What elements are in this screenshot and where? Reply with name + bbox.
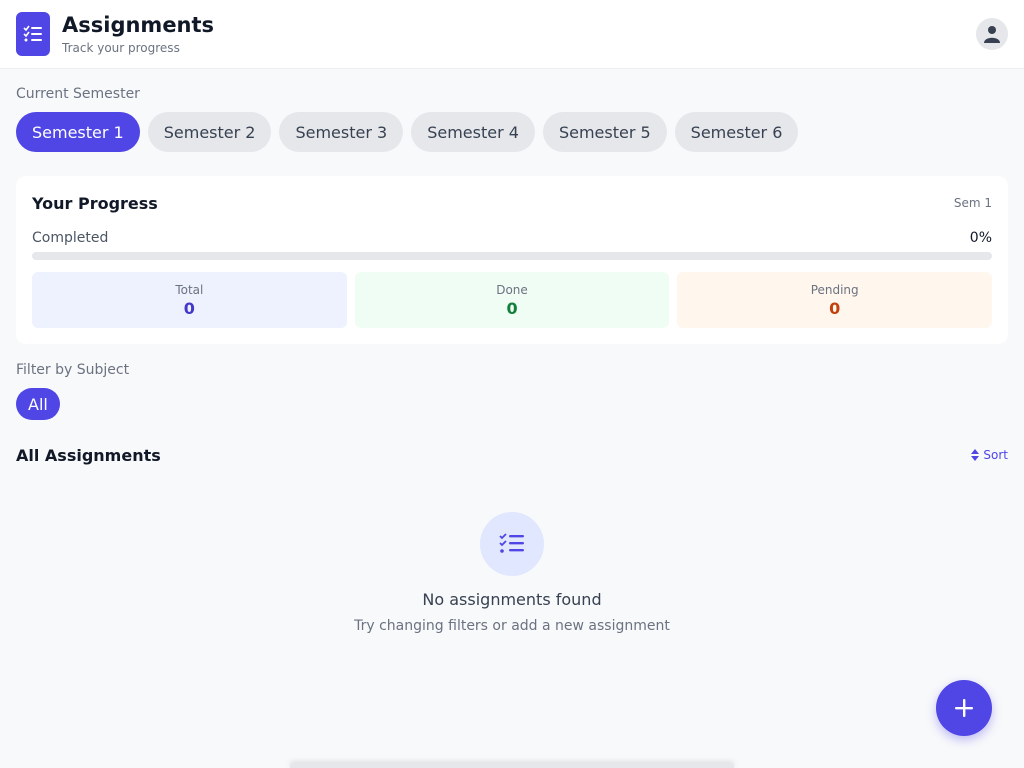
empty-state-title: No assignments found xyxy=(422,590,602,609)
app-header: Assignments Track your progress xyxy=(0,0,1024,69)
plus-icon xyxy=(955,699,973,717)
semester-pill-6[interactable]: Semester 6 xyxy=(674,112,799,152)
stat-pending-label: Pending xyxy=(810,282,859,297)
semester-pill-4[interactable]: Semester 4 xyxy=(411,112,535,152)
stat-total: Total 0 xyxy=(32,272,347,328)
page-title: Assignments xyxy=(62,13,215,37)
bottom-sheet-edge xyxy=(290,764,734,768)
semester-pill-1[interactable]: Semester 1 xyxy=(16,112,140,152)
empty-state-subtitle: Try changing filters or add a new assign… xyxy=(354,618,670,634)
avatar[interactable] xyxy=(976,18,1008,50)
checklist-icon xyxy=(16,12,50,56)
stat-done-label: Done xyxy=(496,282,528,297)
completed-percent: 0% xyxy=(969,230,992,246)
stat-pending: Pending 0 xyxy=(677,272,993,328)
add-assignment-button[interactable] xyxy=(936,680,992,736)
filter-section-label: Filter by Subject xyxy=(16,362,130,378)
stat-done-value: 0 xyxy=(506,298,518,318)
sort-label: Sort xyxy=(983,448,1008,462)
semester-selector: Semester 1 Semester 2 Semester 3 Semeste… xyxy=(16,112,799,152)
stats-row: Total 0 Done 0 Pending 0 xyxy=(32,272,993,328)
completed-label: Completed xyxy=(32,230,109,246)
semester-section-label: Current Semester xyxy=(16,86,140,102)
semester-pill-5[interactable]: Semester 5 xyxy=(542,112,667,152)
progress-card: Your Progress Sem 1 Completed 0% Total 0… xyxy=(16,176,1008,344)
list-title: All Assignments xyxy=(16,446,161,465)
user-icon xyxy=(984,26,1000,43)
progress-bar xyxy=(32,252,992,260)
stat-pending-value: 0 xyxy=(829,298,841,318)
semester-pill-2[interactable]: Semester 2 xyxy=(147,112,272,152)
semester-pill-3[interactable]: Semester 3 xyxy=(279,112,404,152)
stat-total-value: 0 xyxy=(183,298,195,318)
page-subtitle: Track your progress xyxy=(62,41,180,55)
sort-button[interactable]: Sort xyxy=(971,448,1008,462)
stat-done: Done 0 xyxy=(354,272,670,328)
stat-total-label: Total xyxy=(175,282,204,297)
sort-icon xyxy=(971,449,980,461)
checklist-icon xyxy=(480,512,544,576)
semester-badge: Sem 1 xyxy=(953,196,992,210)
progress-title: Your Progress xyxy=(32,194,158,213)
filter-chip-all[interactable]: All xyxy=(16,388,60,420)
